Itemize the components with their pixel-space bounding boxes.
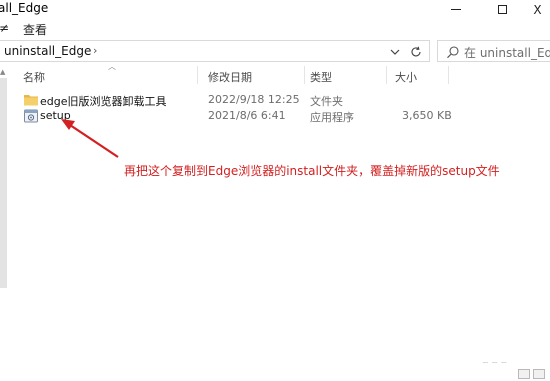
- file-pane: ▲ ︿ 名称 修改日期 类型 大小 edge旧版浏览器卸载工具 2022/9/1…: [0, 62, 550, 381]
- address-bar[interactable]: uninstall_Edge ›: [0, 40, 430, 62]
- column-type[interactable]: 类型: [310, 69, 332, 85]
- refresh-icon: [411, 46, 421, 57]
- address-row: uninstall_Edge › 在 uninstall_Edg...: [0, 36, 550, 66]
- search-icon: [447, 46, 459, 59]
- tab-partial[interactable]: ≠: [0, 21, 9, 35]
- list-item[interactable]: setup 2021/8/6 6:41 应用程序 3,650 KB: [12, 106, 452, 126]
- column-modified[interactable]: 修改日期: [208, 69, 252, 85]
- watermark-box: [533, 369, 545, 379]
- close-icon: X: [533, 2, 542, 17]
- refresh-button[interactable]: [407, 44, 425, 60]
- watermark: ∽ ∽ ∽: [478, 358, 548, 380]
- file-type: 应用程序: [310, 111, 354, 124]
- column-divider[interactable]: [448, 66, 449, 84]
- column-divider[interactable]: [386, 66, 387, 84]
- column-header: ︿ 名称 修改日期 类型 大小: [12, 62, 452, 85]
- navigation-pane: ▲: [0, 66, 8, 381]
- column-name[interactable]: 名称: [23, 69, 45, 85]
- chevron-down-icon: [390, 49, 400, 55]
- file-size: 3,650 KB: [402, 109, 452, 122]
- navigation-scrollbar[interactable]: [0, 78, 7, 288]
- search-box[interactable]: 在 uninstall_Edg...: [437, 40, 550, 62]
- sort-ascending-icon: ︿: [108, 62, 116, 71]
- annotation-text: 再把这个复制到Edge浏览器的install文件夹，覆盖掉新版的setup文件: [124, 164, 500, 178]
- ribbon-tabs: ≠ 查看: [0, 19, 550, 37]
- maximize-button[interactable]: [479, 0, 525, 19]
- close-button[interactable]: X: [525, 0, 550, 19]
- watermark-text: ∽ ∽ ∽: [482, 358, 508, 367]
- address-dropdown-button[interactable]: [387, 44, 403, 60]
- minimize-button[interactable]: [433, 0, 479, 19]
- title-bar: all_Edge X: [0, 0, 550, 19]
- search-input[interactable]: 在 uninstall_Edg...: [464, 44, 550, 61]
- file-modified: 2022/9/18 12:25: [208, 93, 300, 106]
- application-icon: [24, 109, 38, 123]
- breadcrumb[interactable]: uninstall_Edge: [4, 44, 91, 58]
- watermark-box: [518, 369, 530, 379]
- column-divider[interactable]: [304, 66, 305, 84]
- window-title: all_Edge: [0, 1, 49, 15]
- breadcrumb-chevron-icon[interactable]: ›: [93, 44, 97, 57]
- file-modified: 2021/8/6 6:41: [208, 109, 286, 122]
- minimize-icon: [451, 9, 461, 10]
- file-name: setup: [40, 109, 71, 122]
- column-divider[interactable]: [197, 66, 198, 84]
- maximize-icon: [497, 5, 507, 14]
- column-size[interactable]: 大小: [395, 69, 417, 85]
- scroll-up-icon[interactable]: ▲: [0, 68, 5, 76]
